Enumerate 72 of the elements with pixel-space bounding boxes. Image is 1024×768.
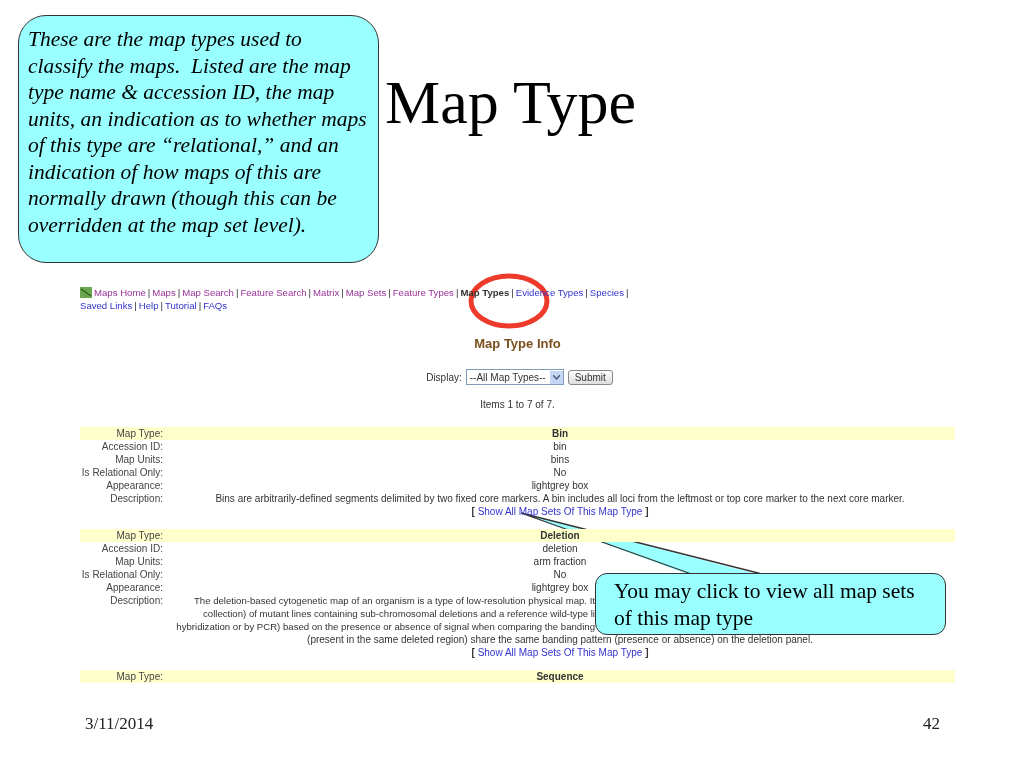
field-label: Is Relational Only: — [80, 568, 164, 581]
nav-separator: | — [160, 299, 163, 312]
field-value: Bin — [551, 428, 569, 439]
nav-separator: | — [625, 286, 629, 299]
nav-separator: | — [147, 286, 151, 299]
slide-title: Map Type — [385, 67, 637, 138]
field-value: arm fraction — [533, 556, 587, 567]
field-label: Accession ID: — [100, 542, 164, 555]
nav-separator: | — [134, 299, 137, 312]
display-label: Display: — [426, 370, 462, 384]
description-line: hybridization or by PCR) based on the presence or absence of signal when comparing the banding — [175, 620, 595, 633]
nav-separator: | — [198, 299, 202, 312]
nav-link[interactable]: Feature Types — [392, 286, 454, 299]
field-label: Accession ID: — [100, 440, 164, 453]
field-label: Map Units: — [114, 555, 164, 568]
nav-separator: | — [177, 286, 181, 299]
nav-link[interactable]: Maps — [152, 286, 176, 299]
callout: You may click to view all map sets of this map type — [595, 573, 946, 635]
nav-link[interactable]: Help — [138, 299, 159, 312]
bracket: [ — [471, 506, 475, 517]
nav-separator: | — [341, 286, 344, 299]
nav-link[interactable]: Tutorial — [165, 299, 197, 312]
nav-separator: | — [308, 286, 312, 299]
nav-separator: | — [388, 286, 391, 299]
nav-separator: | — [511, 286, 514, 299]
select-field[interactable]: --All Map Types-- — [465, 369, 564, 385]
callout: These are the map types used to classify the maps. Listed are the map type name & accession ID, the map units, an indication as to whether maps of this type are “relational,” and an indication of how maps of this are normally drawn (though this can be overridden at the map set level). — [18, 15, 379, 263]
field-value: bin — [553, 441, 567, 452]
field-value: No — [553, 569, 567, 580]
field-value: bins — [550, 454, 570, 465]
field-label: Map Type: — [115, 670, 164, 683]
bracket: ] — [645, 506, 649, 517]
field-value: lightgrey box — [531, 480, 589, 491]
map-icon — [80, 287, 92, 298]
field-value: lightgrey box — [531, 582, 589, 593]
nav-link[interactable]: Feature Search — [240, 286, 307, 299]
nav-link[interactable]: Map Sets — [345, 286, 387, 299]
field-value: deletion — [542, 543, 578, 554]
nav-link[interactable]: Species — [589, 286, 624, 299]
description-line: (present in the same deleted region) share the same banding pattern (presence or absence) on the deletion panel. — [306, 633, 814, 646]
submit-button[interactable]: Submit — [567, 369, 613, 385]
field-label: Description: — [109, 594, 164, 608]
field-label: Appearance: — [105, 581, 164, 594]
bracket: [ — [471, 647, 475, 658]
field-value: No — [553, 467, 567, 478]
nav-separator: | — [235, 286, 239, 299]
field-label: Map Units: — [114, 453, 164, 466]
nav-separator: | — [585, 286, 588, 299]
show-map-sets-link[interactable]: Show All Map Sets Of This Map Type — [477, 647, 643, 658]
description-line: collection) of mutant lines containing sub-chromosomal deletions and a reference wild-type li — [202, 607, 595, 620]
nav-link[interactable]: Saved Links — [80, 299, 133, 312]
field-value: Deletion — [540, 530, 580, 541]
field-label: Appearance: — [105, 479, 164, 492]
items-count: Items 1 to 7 of 7. — [479, 398, 556, 411]
show-map-sets-link[interactable]: Show All Map Sets Of This Map Type — [477, 506, 643, 517]
page-number: 42 — [923, 714, 940, 734]
field-label: Description: — [109, 492, 164, 505]
nav-link[interactable]: Maps Home — [94, 286, 146, 299]
caret-icon — [552, 374, 560, 380]
page-heading: Map Type Info — [473, 336, 562, 352]
nav-link[interactable]: Matrix — [313, 286, 340, 299]
nav-link[interactable]: Map Search — [182, 286, 234, 299]
nav-link[interactable]: FAQs — [203, 299, 228, 312]
field-label: Map Type: — [115, 427, 164, 440]
slide-date: 3/11/2014 — [85, 714, 154, 734]
description-line: Bins are arbitrarily-defined segments delimited by two fixed core markers. A bin includes all loci from the leftmost or top core marker to the next core marker. — [214, 492, 906, 505]
field-label: Map Type: — [115, 529, 164, 542]
description-line: The deletion-based cytogenetic map of an organism is a type of low-resolution physical map. It — [192, 594, 595, 607]
bracket: ] — [645, 647, 649, 658]
field-label: Is Relational Only: — [80, 466, 164, 479]
nav-separator: | — [455, 286, 459, 299]
field-value: Sequence — [536, 671, 584, 682]
